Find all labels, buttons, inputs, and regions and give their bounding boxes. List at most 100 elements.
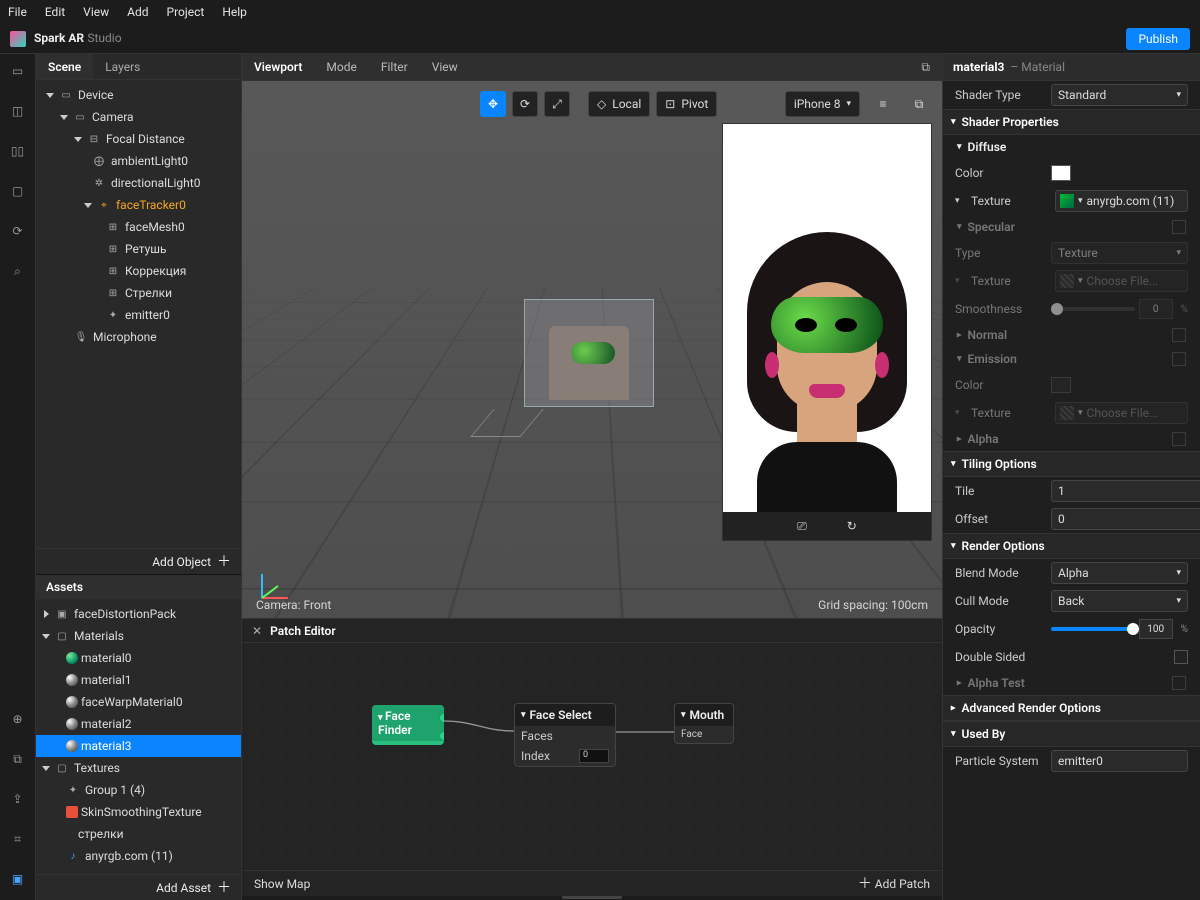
sub-alpha[interactable]: ▾Alpha <box>943 427 1200 451</box>
sub-emission[interactable]: ▾Emission <box>943 347 1200 371</box>
publish-button[interactable]: Publish <box>1126 28 1190 50</box>
rail-bug-icon[interactable]: ⌗ <box>9 830 27 848</box>
node-face-select[interactable]: ▾Face Select Faces Index0 <box>514 703 616 767</box>
pivot-pivot[interactable]: ⊡ Pivot <box>656 91 717 117</box>
usedby-value[interactable] <box>1051 750 1188 772</box>
emission-checkbox[interactable] <box>1172 352 1186 366</box>
alphatest-checkbox[interactable] <box>1172 676 1186 690</box>
pivot-local[interactable]: ◇ Local <box>588 91 650 117</box>
tab-mode[interactable]: Mode <box>326 60 356 74</box>
tile-x[interactable] <box>1051 480 1200 502</box>
asset-row-group1[interactable]: ✦Group 1 (4) <box>36 779 241 801</box>
tab-filter[interactable]: Filter <box>381 60 408 74</box>
menu-add[interactable]: Add <box>127 5 148 19</box>
asset-row-skinsmooth[interactable]: SkinSmoothingTexture <box>36 801 241 823</box>
patch-canvas[interactable]: ▾ Face Finder ▾Face Select Faces Index0 … <box>242 643 942 870</box>
popout-icon[interactable]: ⧉ <box>921 60 930 75</box>
menu-view[interactable]: View <box>83 5 109 19</box>
device-popout-icon[interactable]: ⧉ <box>906 91 932 117</box>
asset-row-materials[interactable]: ▢Materials <box>36 625 241 647</box>
preview-refresh-icon[interactable]: ↻ <box>847 519 857 533</box>
tree-row-dirlight[interactable]: ✲directionalLight0 <box>36 172 241 194</box>
section-usedby[interactable]: ▾Used By <box>943 721 1200 747</box>
tree-row-device[interactable]: ▭Device <box>36 84 241 106</box>
diffuse-color-well[interactable] <box>1051 165 1071 181</box>
rail-upload-icon[interactable]: ⇪ <box>9 790 27 808</box>
shader-type-select[interactable]: Standard▾ <box>1051 84 1188 106</box>
tree-row-emitter[interactable]: ✦emitter0 <box>36 304 241 326</box>
node-face-finder[interactable]: ▾ Face Finder <box>372 705 444 745</box>
add-asset-button[interactable]: Add Asset＋ <box>36 874 241 900</box>
diffuse-texture-select[interactable]: ▾anyrgb.com (11) <box>1055 190 1188 212</box>
asset-row-anyrgb[interactable]: ♪anyrgb.com (11) <box>36 845 241 867</box>
add-object-button[interactable]: Add Object＋ <box>36 548 241 574</box>
offset-x[interactable] <box>1051 508 1200 530</box>
patch-close-icon[interactable]: ✕ <box>252 624 262 638</box>
asset-row-material1[interactable]: material1 <box>36 669 241 691</box>
rail-columns-icon[interactable]: ▯▯ <box>9 142 27 160</box>
section-tiling[interactable]: ▾Tiling Options <box>943 451 1200 477</box>
doublesided-checkbox[interactable] <box>1174 650 1188 664</box>
resize-handle[interactable] <box>242 896 942 900</box>
tool-scale-icon[interactable]: ⤢ <box>544 91 570 117</box>
tab-viewport[interactable]: Viewport <box>254 60 302 74</box>
asset-row-material3[interactable]: material3 <box>36 735 241 757</box>
preview-camera-icon[interactable]: ⎚ <box>797 519 807 534</box>
menu-project[interactable]: Project <box>167 5 205 19</box>
asset-row-material2[interactable]: material2 <box>36 713 241 735</box>
section-render[interactable]: ▾Render Options <box>943 533 1200 559</box>
asset-row-strelki[interactable]: стрелки <box>36 823 241 845</box>
axes-gizmo <box>258 568 292 602</box>
tree-row-correction[interactable]: ⊞Коррекция <box>36 260 241 282</box>
tree-row-focal[interactable]: ⊟Focal Distance <box>36 128 241 150</box>
menu-file[interactable]: File <box>8 5 27 19</box>
device-selector[interactable]: iPhone 8▾ <box>785 91 860 117</box>
asset-row-textures[interactable]: ▢Textures <box>36 757 241 779</box>
rail-video-icon[interactable]: ▭ <box>9 62 27 80</box>
tree-row-retouch[interactable]: ⊞Ретушь <box>36 238 241 260</box>
cull-select[interactable]: Back▾ <box>1051 590 1188 612</box>
rail-device-icon[interactable]: ⧉ <box>9 750 27 768</box>
diffuse-color-label: Color <box>955 166 1043 180</box>
sub-diffuse[interactable]: ▾Diffuse <box>943 135 1200 159</box>
viewport-3d[interactable]: ✥ ⟳ ⤢ ◇ Local ⊡ Pivot iPhone 8▾ ≡ ⧉ <box>242 81 942 618</box>
rail-plus-icon[interactable]: ⊕ <box>9 710 27 728</box>
tree-row-facetracker[interactable]: ⌖faceTracker0 <box>36 194 241 216</box>
normal-checkbox[interactable] <box>1172 328 1186 342</box>
tree-row-microphone[interactable]: 🎙Microphone <box>36 326 241 348</box>
blend-select[interactable]: Alpha▾ <box>1051 562 1188 584</box>
tree-row-camera[interactable]: ▭Camera <box>36 106 241 128</box>
tab-scene[interactable]: Scene <box>36 54 93 79</box>
tree-row-facemesh[interactable]: ⊞faceMesh0 <box>36 216 241 238</box>
rail-refresh-icon[interactable]: ⟳ <box>9 222 27 240</box>
alpha-checkbox[interactable] <box>1172 432 1186 446</box>
menu-edit[interactable]: Edit <box>45 5 65 19</box>
rail-search-icon[interactable]: ⌕ <box>9 262 27 280</box>
tree-row-ambientlight[interactable]: ⨁ambientLight0 <box>36 150 241 172</box>
asset-row-facewarp[interactable]: faceWarpMaterial0 <box>36 691 241 713</box>
patch-title: Patch Editor <box>270 624 336 638</box>
menu-help[interactable]: Help <box>222 5 247 19</box>
opacity-slider[interactable]: 100% <box>1051 619 1188 639</box>
tab-layers[interactable]: Layers <box>93 54 152 79</box>
section-advanced[interactable]: ▾Advanced Render Options <box>943 695 1200 721</box>
camera-label: Camera: Front <box>256 598 331 612</box>
tool-move-icon[interactable]: ✥ <box>480 91 506 117</box>
rail-square-icon[interactable]: ▢ <box>9 182 27 200</box>
rail-workspace-icon[interactable]: ▣ <box>9 870 27 888</box>
device-menu-icon[interactable]: ≡ <box>870 91 896 117</box>
node-mouth[interactable]: ▾Mouth Face <box>674 703 734 744</box>
rail-camera-icon[interactable]: ◫ <box>9 102 27 120</box>
add-patch-button[interactable]: ＋ Add Patch <box>858 877 930 891</box>
asset-row-facedistortion[interactable]: ▣faceDistortionPack <box>36 603 241 625</box>
tree-row-arrows[interactable]: ⊞Стрелки <box>36 282 241 304</box>
sub-specular[interactable]: ▾Specular <box>943 215 1200 239</box>
tool-rotate-icon[interactable]: ⟳ <box>512 91 538 117</box>
asset-row-material0[interactable]: material0 <box>36 647 241 669</box>
tab-view[interactable]: View <box>432 60 458 74</box>
sub-normal[interactable]: ▾Normal <box>943 323 1200 347</box>
specular-checkbox[interactable] <box>1172 220 1186 234</box>
sub-alphatest[interactable]: ▾Alpha Test <box>943 671 1200 695</box>
section-shader-props[interactable]: ▾Shader Properties <box>943 109 1200 135</box>
show-map-button[interactable]: Show Map <box>254 877 310 891</box>
